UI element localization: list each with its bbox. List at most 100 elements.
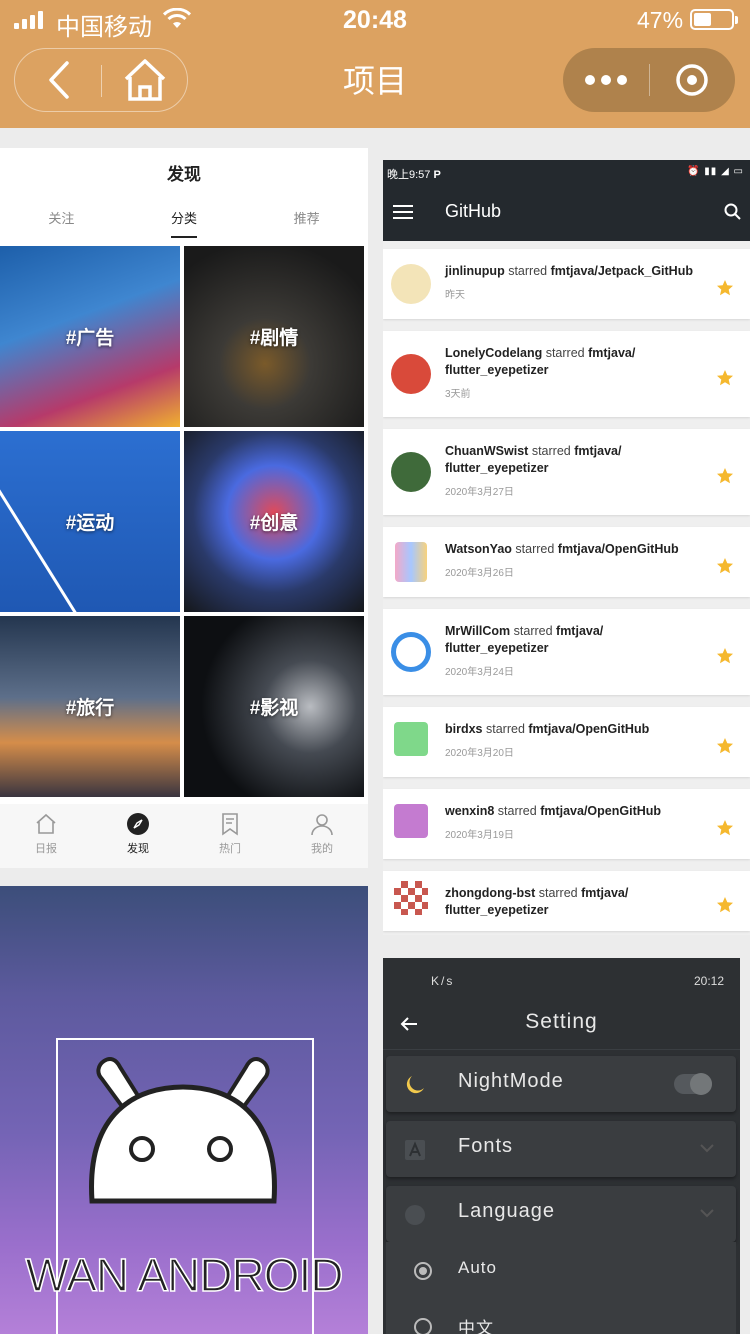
star-icon[interactable] — [716, 369, 734, 387]
language-option-label: Auto — [458, 1258, 497, 1277]
discover-screenshot-card[interactable]: 发现 关注 分类 推荐 #广告 #剧情 #运动 #创意 #旅行 #影视 日报 发… — [0, 148, 368, 868]
battery-icon — [690, 9, 738, 30]
feed-user[interactable]: WatsonYao — [445, 542, 512, 556]
avatar[interactable] — [391, 264, 431, 304]
feed-user[interactable]: birdxs — [445, 722, 483, 736]
settings-screenshot-card[interactable]: K/s 20:12 Setting NightMode Fonts Langua… — [383, 958, 740, 1334]
user-icon — [311, 814, 333, 836]
bottom-nav-discover[interactable]: 发现 — [92, 804, 184, 868]
category-tile-drama[interactable]: #剧情 — [184, 246, 364, 427]
star-icon[interactable] — [716, 737, 734, 755]
star-icon[interactable] — [716, 279, 734, 297]
feed-user[interactable]: wenxin8 — [445, 804, 494, 818]
chevron-down-icon — [700, 1144, 714, 1153]
feed-user[interactable]: zhongdong-bst — [445, 886, 535, 900]
star-icon[interactable] — [716, 467, 734, 485]
wan-android-screenshot-card[interactable]: WAN ANDROID — [0, 886, 368, 1334]
discover-title: 发现 — [167, 165, 201, 184]
github-title: GitHub — [445, 201, 502, 221]
feed-item[interactable]: birdxs starred fmtjava/OpenGitHub 2020年3月… — [383, 707, 750, 777]
github-screenshot-card[interactable]: 晚上9:57 P ⏰ ▮▮ ◢ ▭ GitHub jinlinupup star… — [383, 160, 750, 935]
star-icon[interactable] — [716, 557, 734, 575]
feed-user[interactable]: LonelyCodelang — [445, 346, 542, 360]
feed-item[interactable]: jinlinupup starred fmtjava/Jetpack_GitHu… — [383, 249, 750, 319]
feed-action: starred — [510, 624, 557, 638]
tab-recommend[interactable]: 推荐 — [245, 192, 368, 246]
category-tile-sport[interactable]: #运动 — [0, 431, 180, 612]
setting-row-language[interactable]: Language — [386, 1186, 736, 1242]
feed-item[interactable]: wenxin8 starred fmtjava/OpenGitHub 2020年3… — [383, 789, 750, 859]
category-tile-creative[interactable]: #创意 — [184, 431, 364, 612]
radio-button[interactable] — [414, 1318, 432, 1334]
feed-time: 昨天 — [445, 290, 465, 301]
chevron-down-icon — [700, 1209, 714, 1218]
more-button[interactable] — [563, 48, 649, 112]
category-grid: #广告 #剧情 #运动 #创意 #旅行 #影视 — [0, 246, 368, 797]
feed-item[interactable]: ChuanWSwist starred fmtjava/ flutter_eye… — [383, 429, 750, 515]
feed-item[interactable]: LonelyCodelang starred fmtjava/ flutter_… — [383, 331, 750, 417]
avatar[interactable] — [394, 881, 428, 915]
menu-icon[interactable] — [393, 205, 413, 219]
category-label: #影视 — [249, 698, 299, 719]
category-tile-travel[interactable]: #旅行 — [0, 616, 180, 797]
github-status-p: P — [433, 169, 441, 181]
nightmode-toggle[interactable] — [674, 1073, 712, 1095]
category-label: #广告 — [65, 328, 115, 349]
feed-time: 2020年3月26日 — [445, 568, 514, 579]
feed-user[interactable]: jinlinupup — [445, 264, 505, 278]
feed-repo[interactable]: fmtjava/OpenGitHub — [558, 542, 679, 556]
home-icon — [36, 813, 56, 834]
mini-program-header: 中国移动 20:48 47% 项目 — [0, 0, 750, 128]
android-logo-icon — [89, 1057, 277, 1204]
network-speed: K/s — [431, 974, 455, 988]
github-status-icons: ⏰ ▮▮ ◢ ▭ — [687, 166, 744, 177]
battery-percent: 47% — [637, 7, 684, 33]
category-label: #旅行 — [65, 698, 115, 719]
feed-text: wenxin8 starred fmtjava/OpenGitHub — [445, 803, 710, 820]
github-status-bar: 晚上9:57 P ⏰ ▮▮ ◢ ▭ — [383, 160, 750, 185]
avatar[interactable] — [395, 542, 427, 582]
star-icon[interactable] — [716, 896, 734, 914]
feed-repo[interactable]: fmtjava/OpenGitHub — [528, 722, 649, 736]
avatar[interactable] — [394, 722, 428, 756]
feed-text: LonelyCodelang starred fmtjava/ flutter_… — [445, 345, 710, 379]
star-icon[interactable] — [716, 819, 734, 837]
feed-time: 2020年3月19日 — [445, 830, 514, 841]
setting-row-fonts[interactable]: Fonts — [386, 1121, 736, 1177]
feed-item[interactable]: MrWillCom starred fmtjava/ flutter_eyepe… — [383, 609, 750, 695]
feed-repo[interactable]: fmtjava/OpenGitHub — [540, 804, 661, 818]
avatar[interactable] — [391, 632, 431, 672]
bottom-nav-hot[interactable]: 热门 — [184, 804, 276, 868]
tab-category[interactable]: 分类 — [123, 192, 246, 246]
category-label: #剧情 — [249, 328, 299, 349]
radio-button[interactable] — [414, 1262, 432, 1280]
avatar[interactable] — [391, 354, 431, 394]
close-button[interactable] — [650, 48, 735, 112]
star-icon[interactable] — [716, 647, 734, 665]
feed-text: ChuanWSwist starred fmtjava/ flutter_eye… — [445, 443, 710, 477]
github-feed: jinlinupup starred fmtjava/Jetpack_GitHu… — [383, 249, 750, 935]
bottom-nav-daily[interactable]: 日报 — [0, 804, 92, 868]
category-tile-film[interactable]: #影视 — [184, 616, 364, 797]
avatar[interactable] — [391, 452, 431, 492]
tab-follow[interactable]: 关注 — [0, 192, 123, 246]
feed-repo[interactable]: fmtjava/Jetpack_GitHub — [551, 264, 693, 278]
category-label: #运动 — [65, 513, 115, 534]
feed-text: WatsonYao starred fmtjava/OpenGitHub — [445, 541, 710, 558]
feed-user[interactable]: ChuanWSwist — [445, 444, 528, 458]
feed-text: birdxs starred fmtjava/OpenGitHub — [445, 721, 710, 738]
feed-user[interactable]: MrWillCom — [445, 624, 510, 638]
feed-time: 2020年3月27日 — [445, 487, 514, 498]
category-tile-ad[interactable]: #广告 — [0, 246, 180, 427]
setting-row-nightmode[interactable]: NightMode — [386, 1056, 736, 1112]
language-option-label: 中文 — [458, 1319, 494, 1334]
language-option-auto[interactable]: Auto — [386, 1242, 736, 1298]
feed-time: 3天前 — [445, 389, 471, 400]
language-option-chinese[interactable]: 中文 — [386, 1298, 736, 1334]
bottom-nav-mine[interactable]: 我的 — [276, 804, 368, 868]
feed-item[interactable]: WatsonYao starred fmtjava/OpenGitHub 2020… — [383, 527, 750, 597]
feed-item[interactable]: zhongdong-bst starred fmtjava/ flutter_e… — [383, 871, 750, 931]
feed-action: starred — [535, 886, 582, 900]
avatar[interactable] — [394, 804, 428, 838]
search-icon[interactable] — [724, 203, 742, 221]
